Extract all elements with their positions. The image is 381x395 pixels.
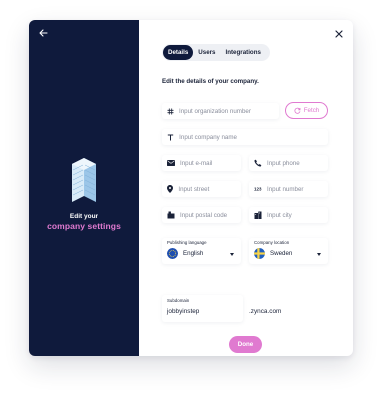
form-subtitle: Edit the details of your company. bbox=[162, 78, 259, 85]
domain-suffix: .zynca.com bbox=[249, 308, 282, 315]
sidebar-panel: Edit your company settings bbox=[29, 20, 139, 356]
dots-icon: 123 bbox=[254, 185, 262, 193]
publishing-language-caption: Publishing language bbox=[167, 240, 207, 245]
done-button[interactable]: Done bbox=[229, 336, 262, 353]
hash-icon bbox=[167, 107, 174, 115]
postal-code-field[interactable] bbox=[162, 207, 241, 223]
company-name-input[interactable] bbox=[179, 133, 328, 141]
mail-icon bbox=[167, 159, 175, 167]
number-field[interactable]: 123 bbox=[249, 181, 328, 197]
form-panel: Details Users Integrations Edit the deta… bbox=[139, 20, 353, 356]
company-settings-modal: Edit your company settings Details Users… bbox=[29, 20, 353, 356]
postal-code-input[interactable] bbox=[180, 211, 241, 219]
org-number-field[interactable] bbox=[162, 103, 279, 119]
close-button[interactable] bbox=[333, 28, 345, 40]
tab-details[interactable]: Details bbox=[163, 45, 194, 60]
chevron-down-icon bbox=[230, 253, 234, 256]
mailbox-icon bbox=[167, 211, 175, 219]
city-field[interactable] bbox=[249, 207, 328, 223]
subdomain-value: jobbyinstep bbox=[167, 308, 200, 315]
subdomain-field[interactable]: Subdomain jobbyinstep bbox=[162, 295, 243, 322]
phone-field[interactable] bbox=[249, 155, 328, 171]
fetch-button[interactable]: Fetch bbox=[285, 102, 328, 119]
street-input[interactable] bbox=[178, 185, 241, 193]
city-input[interactable] bbox=[267, 211, 328, 219]
tab-integrations[interactable]: Integrations bbox=[221, 45, 266, 60]
eu-flag-icon bbox=[167, 248, 178, 259]
chevron-down-icon bbox=[317, 253, 321, 256]
back-button[interactable] bbox=[36, 26, 50, 40]
city-icon bbox=[254, 211, 262, 219]
publishing-language-select[interactable]: Publishing language English bbox=[162, 238, 241, 264]
email-field[interactable] bbox=[162, 155, 241, 171]
refresh-icon bbox=[294, 107, 301, 114]
phone-input[interactable] bbox=[267, 159, 328, 167]
text-icon bbox=[167, 133, 174, 141]
publishing-language-value: English bbox=[183, 250, 204, 257]
number-input[interactable] bbox=[267, 185, 328, 193]
location-pin-icon bbox=[167, 185, 174, 193]
svg-text:123: 123 bbox=[254, 187, 262, 191]
fetch-label: Fetch bbox=[303, 107, 320, 114]
email-input[interactable] bbox=[180, 159, 241, 167]
sweden-flag-icon bbox=[254, 248, 265, 259]
phone-icon bbox=[254, 159, 262, 167]
sidebar-heading-line1: Edit your bbox=[69, 213, 99, 220]
street-field[interactable] bbox=[162, 181, 241, 197]
company-location-caption: Company location bbox=[254, 240, 290, 245]
tab-bar: Details Users Integrations bbox=[162, 44, 270, 61]
arrow-left-icon bbox=[38, 29, 48, 37]
company-name-field[interactable] bbox=[162, 129, 328, 145]
sidebar-heading-line2: company settings bbox=[47, 221, 121, 231]
tab-users[interactable]: Users bbox=[193, 45, 220, 60]
org-number-input[interactable] bbox=[179, 107, 279, 115]
close-icon bbox=[335, 30, 343, 38]
building-icon bbox=[72, 158, 96, 202]
company-location-value: Sweden bbox=[270, 250, 293, 257]
company-location-select[interactable]: Company location Sweden bbox=[249, 238, 328, 264]
subdomain-caption: Subdomain bbox=[167, 298, 190, 303]
